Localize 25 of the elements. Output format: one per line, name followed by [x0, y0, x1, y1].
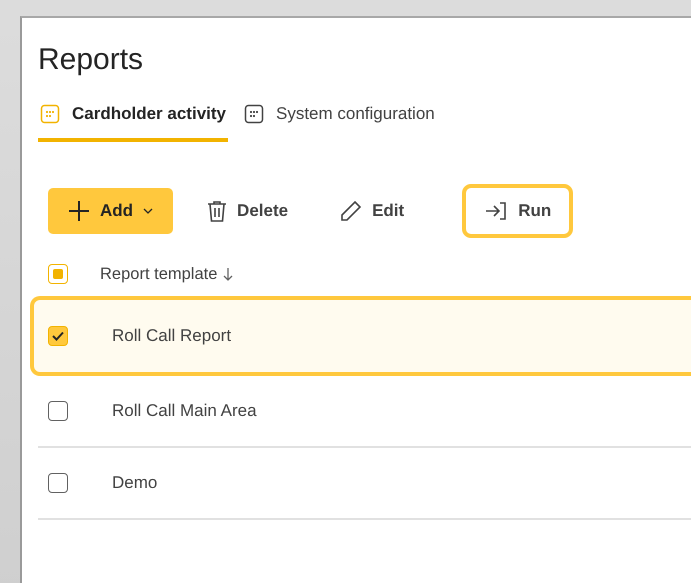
run-button[interactable]: Run	[462, 184, 574, 238]
pencil-icon	[340, 200, 362, 222]
partial-check-icon	[53, 269, 63, 279]
table-cell: Demo	[112, 473, 158, 493]
calendar-grid-icon	[40, 104, 60, 124]
table-cell: Roll Call Report	[112, 326, 232, 346]
delete-button[interactable]: Delete	[189, 188, 306, 234]
table-cell: Roll Call Main Area	[112, 401, 257, 421]
trash-icon	[207, 200, 228, 222]
add-button[interactable]: Add	[48, 188, 174, 234]
table-row[interactable]: Roll Call Report	[30, 296, 691, 376]
tab[interactable]: Cardholder activity	[38, 104, 228, 142]
column-header[interactable]: Report template	[100, 264, 218, 284]
select-all-checkbox[interactable]	[48, 264, 68, 284]
tab[interactable]: System configuration	[242, 104, 437, 142]
page-title: Reports	[38, 42, 144, 78]
calendar-grid-icon	[244, 104, 264, 124]
enter-arrow-icon	[484, 201, 508, 221]
checkmark-icon	[52, 331, 64, 341]
plus-icon	[68, 200, 90, 222]
row-checkbox[interactable]	[48, 326, 68, 346]
chevron-down-icon	[143, 208, 154, 214]
row-checkbox[interactable]	[48, 473, 68, 493]
row-checkbox[interactable]	[48, 401, 68, 421]
edit-button[interactable]: Edit	[322, 188, 422, 234]
